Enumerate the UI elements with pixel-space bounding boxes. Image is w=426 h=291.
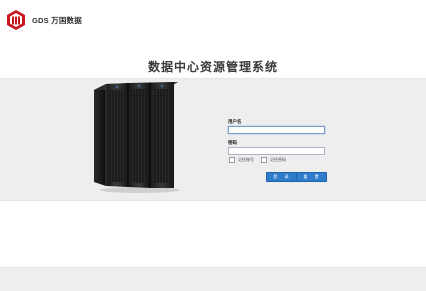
username-input[interactable] bbox=[228, 126, 325, 134]
company-name: GDS 万国数据 bbox=[32, 15, 82, 25]
remember-password-option[interactable]: 记住密码 bbox=[261, 157, 286, 163]
remember-password-checkbox[interactable] bbox=[261, 157, 267, 163]
login-button[interactable]: 登 录 bbox=[266, 172, 297, 182]
password-label: 密码 bbox=[228, 141, 237, 146]
server-rack-image bbox=[94, 82, 180, 193]
login-form: 用户名 密码 bbox=[228, 120, 328, 155]
header: GDS 万国数据 数据中心资源管理系统 bbox=[0, 0, 426, 78]
footer bbox=[0, 267, 426, 291]
brand-logo: GDS 万国数据 bbox=[5, 9, 82, 31]
remember-password-label: 记住密码 bbox=[270, 157, 286, 162]
gds-logo-icon bbox=[7, 10, 25, 30]
remember-account-checkbox[interactable] bbox=[229, 157, 235, 163]
reset-button[interactable]: 重 置 bbox=[296, 172, 327, 182]
password-input[interactable] bbox=[228, 147, 325, 155]
username-label: 用户名 bbox=[228, 120, 242, 125]
remember-account-label: 记住账号 bbox=[238, 157, 254, 162]
remember-account-option[interactable]: 记住账号 bbox=[229, 157, 254, 163]
page-title: 数据中心资源管理系统 bbox=[147, 60, 278, 74]
login-band bbox=[0, 78, 426, 201]
